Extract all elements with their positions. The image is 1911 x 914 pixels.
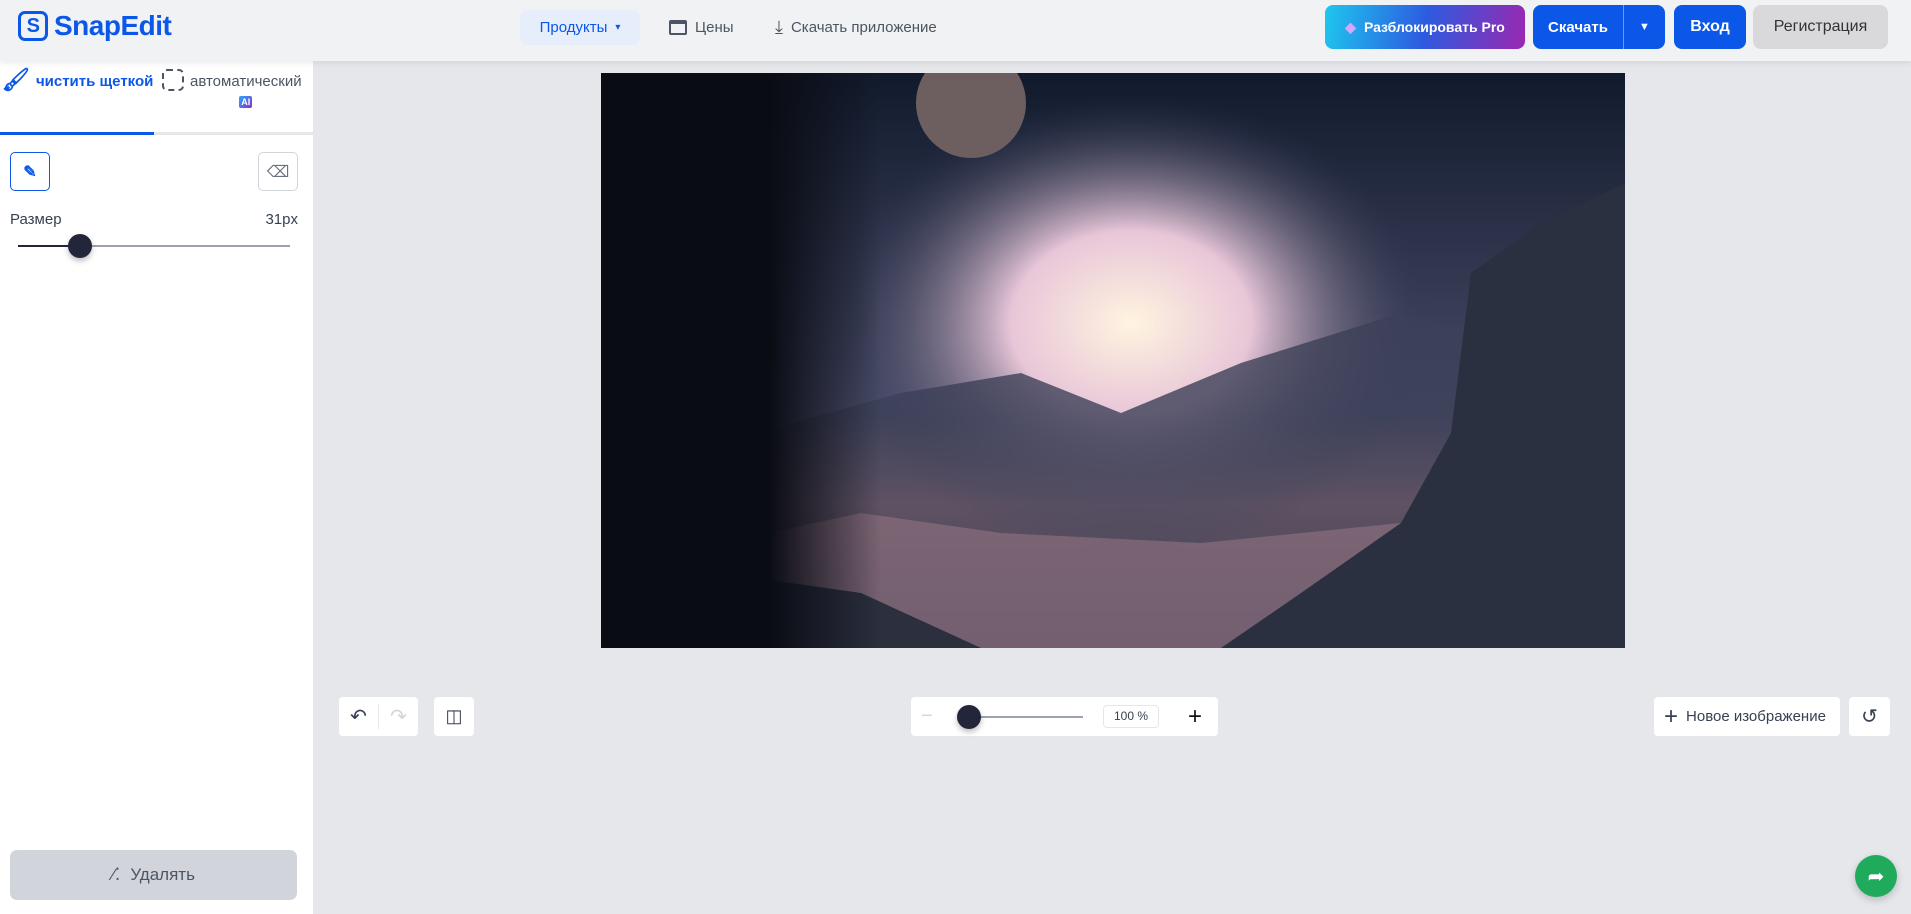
brush-tool-button[interactable]: ✎: [10, 152, 50, 191]
register-button[interactable]: Регистрация: [1753, 5, 1888, 49]
new-image-label: Новое изображение: [1686, 708, 1826, 725]
share-arrow-icon: ➦: [1867, 865, 1885, 888]
zoom-slider[interactable]: [957, 705, 1083, 729]
login-button[interactable]: Вход: [1674, 5, 1746, 49]
history-controls: ↶ ↷: [339, 697, 418, 736]
face-scan-icon: [162, 69, 184, 91]
size-value: 31px: [265, 211, 298, 228]
zoom-in-button[interactable]: +: [1188, 703, 1202, 731]
unlock-pro-button[interactable]: ◆ Разблокировать Pro: [1325, 5, 1525, 49]
plus-icon: +: [1664, 702, 1679, 730]
nav-pricing-label: Цены: [695, 19, 734, 36]
download-label: Скачать: [1548, 18, 1608, 36]
scribble-icon: ✎: [23, 163, 37, 181]
compare-button[interactable]: ◫: [434, 697, 474, 736]
nav-download-app-label: Скачать приложение: [790, 19, 937, 36]
active-tab-indicator: [0, 132, 154, 135]
zoom-controls: − 100 % +: [911, 697, 1218, 736]
brush-icon: 🖌: [2, 67, 30, 92]
pricing-icon: [669, 20, 687, 35]
new-image-button[interactable]: + Новое изображение: [1654, 697, 1840, 736]
remove-button[interactable]: ⁄⁚ Удалять: [10, 850, 297, 900]
brush-size-slider[interactable]: [18, 234, 290, 258]
share-button[interactable]: ➦: [1855, 855, 1897, 897]
top-header: S SnapEdit Продукты ▾ Цены ⤓ Скачать прилож…: [0, 0, 1911, 61]
tab-auto[interactable]: автоматический AI: [162, 69, 302, 108]
remove-button-label: Удалять: [130, 865, 195, 884]
sidebar: 🖌 чистить щеткой автоматический AI ✎ ⌫ Раз…: [0, 61, 313, 914]
download-icon: ⤓: [775, 17, 783, 37]
nav-products[interactable]: Продукты ▾: [520, 10, 640, 45]
download-button[interactable]: Скачать ▼: [1533, 5, 1665, 49]
logo-icon: S: [18, 11, 48, 41]
eraser-icon: ⌫: [266, 163, 290, 181]
logo-text: SnapEdit: [54, 10, 172, 41]
tab-brush-label: чистить щеткой: [35, 73, 154, 90]
download-dropdown[interactable]: ▼: [1623, 5, 1665, 49]
tab-auto-label: автоматический: [190, 73, 302, 90]
tab-brush[interactable]: 🖌 чистить щеткой: [2, 67, 154, 93]
compare-icon: ◫: [445, 706, 463, 726]
eraser-tool-button[interactable]: ⌫: [258, 152, 298, 191]
magic-wand-icon: ⁄⁚: [112, 865, 121, 884]
slider-handle[interactable]: [68, 234, 92, 258]
zoom-out-button[interactable]: −: [921, 705, 933, 728]
chevron-down-icon: ▾: [615, 22, 621, 33]
nav-pricing[interactable]: Цены: [669, 10, 734, 45]
nav-products-label: Продукты: [539, 19, 608, 36]
reset-icon: ↺: [1861, 706, 1878, 728]
zoom-value: 100 %: [1103, 705, 1159, 728]
nav-download-app[interactable]: ⤓ Скачать приложение: [775, 10, 937, 45]
undo-button[interactable]: ↶: [339, 704, 379, 729]
size-label: Размер: [10, 211, 62, 228]
landscape-picture: [601, 73, 1625, 648]
unlock-pro-label: Разблокировать Pro: [1363, 19, 1505, 35]
canvas-image[interactable]: [601, 73, 1625, 648]
redo-button[interactable]: ↷: [379, 704, 418, 729]
mode-tabs: 🖌 чистить щеткой автоматический AI: [0, 61, 313, 135]
zoom-slider-handle[interactable]: [957, 705, 981, 729]
ai-badge: AI: [239, 96, 253, 108]
diamond-icon: ◆: [1345, 18, 1356, 35]
reset-button[interactable]: ↺: [1849, 697, 1890, 736]
logo[interactable]: S SnapEdit: [18, 10, 172, 42]
